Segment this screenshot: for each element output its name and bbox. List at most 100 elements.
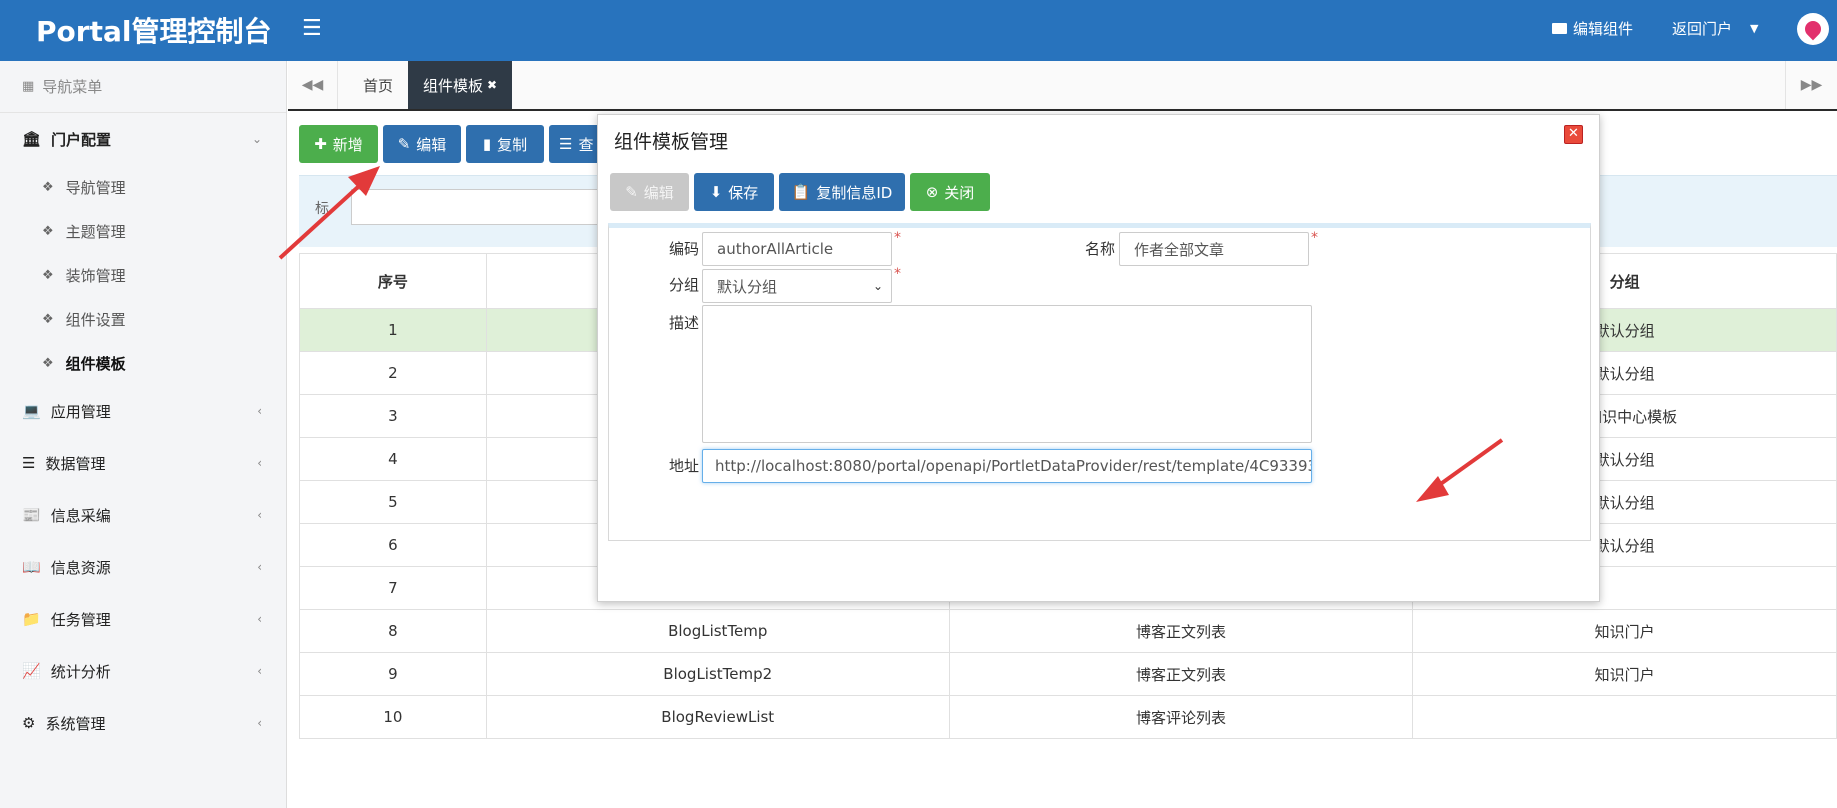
copy-button[interactable]: ▮ 复制 xyxy=(466,125,544,163)
copy-icon: ▮ xyxy=(482,135,492,153)
leaf-icon: ❖ xyxy=(42,267,54,283)
list-icon: ☰ xyxy=(22,454,36,472)
sidebar-item-system-manage[interactable]: ⚙ 系统管理 ‹ xyxy=(0,697,286,749)
table-cell: 5 xyxy=(299,480,487,524)
required-mark: * xyxy=(894,230,901,246)
chevron-left-icon: ‹ xyxy=(257,716,262,730)
save-label: 保存 xyxy=(728,183,759,202)
table-cell: BlogListTemp xyxy=(485,609,950,653)
tab-component-template[interactable]: 组件模板 ✖ xyxy=(408,61,512,109)
folder-icon: 📁 xyxy=(22,610,41,628)
tab-scroll-left-icon[interactable]: ◀◀ xyxy=(288,61,338,109)
tab-bar: ◀◀ 首页 组件模板 ✖ ▶▶ xyxy=(288,61,1837,111)
sidebar-item-label: 装饰管理 xyxy=(65,266,126,285)
modal-close-label: 关闭 xyxy=(944,183,975,202)
modal-title: 组件模板管理 xyxy=(614,131,729,153)
modal-close-button[interactable]: ⊗ 关闭 xyxy=(910,173,990,211)
sidebar-item-data-manage[interactable]: ☰ 数据管理 ‹ xyxy=(0,437,286,489)
sidebar-header: ▦ 导航菜单 xyxy=(0,61,286,113)
close-icon[interactable]: ✕ xyxy=(1564,125,1583,144)
leaf-icon: ❖ xyxy=(42,355,54,371)
table-cell: 4 xyxy=(299,437,487,481)
bank-icon: 🏛 xyxy=(22,130,42,148)
back-portal-label: 返回门户 xyxy=(1672,20,1733,38)
table-cell: 9 xyxy=(299,652,487,696)
tab-home[interactable]: 首页 xyxy=(338,61,418,109)
clipboard-icon: 📋 xyxy=(791,183,811,201)
close-circle-icon: ⊗ xyxy=(925,183,939,201)
leaf-icon: ❖ xyxy=(42,223,54,239)
copy-label: 复制 xyxy=(497,135,528,154)
template-modal: 组件模板管理 ✕ ✎ 编辑 ⬇ 保存 📋 复制信息ID ⊗ 关闭 编码 authorAl… xyxy=(597,114,1600,602)
sidebar-item-stats[interactable]: 📈 统计分析 ‹ xyxy=(0,645,286,697)
url-field[interactable]: http://localhost:8080/portal/openapi/Por… xyxy=(702,449,1312,483)
location-pin-icon xyxy=(1801,17,1825,41)
sidebar-item-label: 系统管理 xyxy=(45,714,106,733)
id-card-icon xyxy=(1552,23,1567,34)
group-label: 分组 xyxy=(669,276,700,294)
plus-icon: ✚ xyxy=(314,135,327,153)
table-row[interactable]: 9 BlogListTemp2 博客正文列表 知识门户 xyxy=(299,652,1837,696)
sidebar: ▦ 导航菜单 🏛 门户配置 ⌄ ❖ 导航管理 ❖ 主题管理 ❖ 装饰管理 ❖ 组件设置 … xyxy=(0,61,287,808)
tab-scroll-right-icon[interactable]: ▶▶ xyxy=(1785,61,1837,109)
modal-edit-button[interactable]: ✎ 编辑 xyxy=(610,173,689,211)
sidebar-group-portal-config[interactable]: 🏛 门户配置 ⌄ xyxy=(0,113,286,165)
leaf-icon: ❖ xyxy=(42,311,54,327)
tab-label: 组件模板 xyxy=(422,76,483,95)
leaf-icon: ❖ xyxy=(42,179,54,195)
table-cell: BlogReviewList xyxy=(485,695,950,739)
copy-id-label: 复制信息ID xyxy=(816,183,893,202)
description-textarea[interactable] xyxy=(702,305,1312,443)
table-cell: 6 xyxy=(299,523,487,567)
back-portal-dropdown[interactable]: 返回门户 ▼ xyxy=(1672,18,1758,39)
table-cell: 博客正文列表 xyxy=(948,652,1414,696)
sidebar-item-app-manage[interactable]: 💻 应用管理 ‹ xyxy=(0,385,286,437)
copy-id-button[interactable]: 📋 复制信息ID xyxy=(779,173,905,211)
table-row[interactable]: 8 BlogListTemp 博客正文列表 知识门户 xyxy=(299,609,1837,653)
sidebar-item-label: 信息资源 xyxy=(50,558,111,577)
code-field[interactable]: authorAllArticle xyxy=(702,232,892,266)
table-cell: 知识门户 xyxy=(1412,609,1837,653)
caret-down-icon: ▼ xyxy=(1750,22,1759,35)
list-icon: ☰ xyxy=(559,135,573,153)
sidebar-item-theme-manage[interactable]: ❖ 主题管理 xyxy=(0,209,286,253)
area-chart-icon: 📈 xyxy=(22,662,41,680)
column-header[interactable]: 序号 xyxy=(299,253,487,309)
edit-button[interactable]: ✎ 编辑 xyxy=(383,125,461,163)
sidebar-item-component-template[interactable]: ❖ 组件模板 xyxy=(0,341,286,385)
table-cell: BlogListTemp2 xyxy=(485,652,950,696)
grid-icon: ▦ xyxy=(22,79,35,94)
group-select[interactable]: 默认分组 ⌄ xyxy=(702,269,892,303)
sidebar-item-nav-manage[interactable]: ❖ 导航管理 xyxy=(0,165,286,209)
chevron-left-icon: ‹ xyxy=(257,508,262,522)
name-field[interactable]: 作者全部文章 xyxy=(1119,232,1309,266)
newspaper-icon: 📰 xyxy=(22,506,41,524)
required-mark: * xyxy=(1311,230,1318,246)
table-cell xyxy=(1412,695,1837,739)
edit-component-link[interactable]: 编辑组件 xyxy=(1552,18,1633,39)
table-cell: 2 xyxy=(299,351,487,395)
close-tab-icon[interactable]: ✖ xyxy=(487,78,497,92)
user-avatar[interactable] xyxy=(1797,13,1829,45)
query-label: 查 xyxy=(578,135,594,154)
add-button[interactable]: ✚ 新增 xyxy=(299,125,378,163)
download-icon: ⬇ xyxy=(709,183,723,201)
chevron-left-icon: ‹ xyxy=(257,404,262,418)
chevron-left-icon: ‹ xyxy=(257,560,262,574)
edit-icon: ✎ xyxy=(625,183,638,201)
menu-toggle-icon[interactable]: ☰ xyxy=(302,16,322,41)
sidebar-item-info-edit[interactable]: 📰 信息采编 ‹ xyxy=(0,489,286,541)
chevron-left-icon: ‹ xyxy=(257,456,262,470)
sidebar-item-decoration-manage[interactable]: ❖ 装饰管理 xyxy=(0,253,286,297)
sidebar-item-info-resource[interactable]: 📖 信息资源 ‹ xyxy=(0,541,286,593)
save-button[interactable]: ⬇ 保存 xyxy=(694,173,774,211)
sidebar-item-component-settings[interactable]: ❖ 组件设置 xyxy=(0,297,286,341)
sidebar-item-label: 统计分析 xyxy=(50,662,111,681)
table-row[interactable]: 10 BlogReviewList 博客评论列表 xyxy=(299,695,1837,739)
template-form: 编码 authorAllArticle * 名称 作者全部文章 * 分组 默认分… xyxy=(608,223,1591,541)
sidebar-item-label: 应用管理 xyxy=(50,402,111,421)
sidebar-item-label: 组件设置 xyxy=(65,310,126,329)
table-cell: 7 xyxy=(299,566,487,610)
sidebar-item-task-manage[interactable]: 📁 任务管理 ‹ xyxy=(0,593,286,645)
chevron-left-icon: ‹ xyxy=(257,664,262,678)
